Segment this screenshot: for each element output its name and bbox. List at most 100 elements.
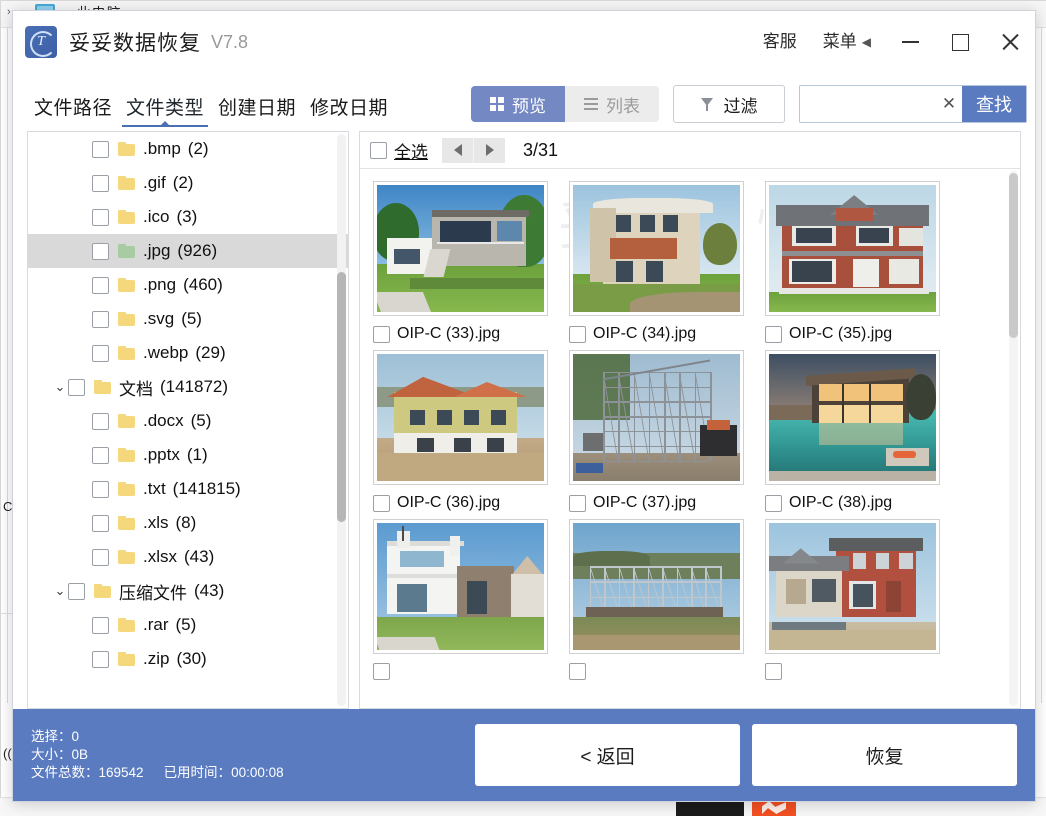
tree-item[interactable]: ⌄.webp(29) <box>28 336 348 370</box>
tree-item[interactable]: ⌄.txt(141815) <box>28 472 348 506</box>
thumbnail-image[interactable] <box>373 181 548 316</box>
tree-item-checkbox[interactable] <box>92 650 109 668</box>
chevron-down-icon[interactable]: ⌄ <box>52 583 68 599</box>
tree-item[interactable]: ⌄.png(460) <box>28 268 348 302</box>
tree-item-checkbox[interactable] <box>92 242 109 260</box>
search-input[interactable] <box>800 87 936 121</box>
maximize-button[interactable] <box>935 11 985 73</box>
file-checkbox[interactable] <box>765 325 782 343</box>
thumbnail-caption[interactable] <box>765 663 956 680</box>
thumbnail-caption[interactable] <box>373 663 564 680</box>
select-all-checkbox[interactable] <box>370 141 387 159</box>
filter-button[interactable]: 过滤 <box>673 85 785 123</box>
tree-item-count: (141815) <box>172 479 241 498</box>
tree-item[interactable]: ⌄.gif(2) <box>28 166 348 200</box>
thumbnail-image[interactable] <box>569 181 744 316</box>
tab-file-path[interactable]: 文件路径 <box>27 93 119 131</box>
thumbnail-caption[interactable] <box>569 663 760 680</box>
file-checkbox[interactable] <box>569 325 586 343</box>
thumbnail-caption[interactable]: OIP-C (36).jpg <box>373 494 564 512</box>
tree-item[interactable]: ⌄ 压缩文件 (43) <box>28 574 348 608</box>
thumbnail-cell[interactable]: OIP-C (38).jpg <box>760 350 956 512</box>
tree-scrollbar-thumb[interactable] <box>337 272 346 522</box>
preview-mode-button[interactable]: 预览 <box>471 86 565 122</box>
next-page-button[interactable] <box>474 137 505 163</box>
tree-item[interactable]: ⌄.rar(5) <box>28 608 348 642</box>
minimize-button[interactable] <box>885 11 935 73</box>
thumbnail-image[interactable] <box>569 519 744 654</box>
thumbnail-image[interactable] <box>373 519 548 654</box>
thumbnail-caption[interactable]: OIP-C (37).jpg <box>569 494 760 512</box>
clear-search-icon[interactable]: ✕ <box>936 87 962 121</box>
tree-item-checkbox[interactable] <box>92 514 109 532</box>
tab-modify-date[interactable]: 修改日期 <box>303 93 395 131</box>
file-checkbox[interactable] <box>569 663 586 680</box>
list-mode-button[interactable]: 列表 <box>565 86 659 122</box>
file-checkbox[interactable] <box>765 494 782 512</box>
tree-item[interactable]: ⌄.jpg(926) <box>28 234 348 268</box>
tree-item-checkbox[interactable] <box>92 446 109 464</box>
menu-button[interactable]: 菜单 <box>810 11 870 73</box>
tree-item[interactable]: ⌄.pptx(1) <box>28 438 348 472</box>
close-button[interactable] <box>985 11 1035 73</box>
tree-item-checkbox[interactable] <box>92 344 109 362</box>
tab-create-date[interactable]: 创建日期 <box>211 93 303 131</box>
find-button[interactable]: 查找 <box>962 86 1026 122</box>
thumbnail-image[interactable] <box>765 181 940 316</box>
tree-item-checkbox[interactable] <box>92 548 109 566</box>
thumbnail-cell[interactable] <box>368 519 564 680</box>
thumbnail-cell[interactable]: OIP-C (35).jpg <box>760 181 956 343</box>
tree-item[interactable]: ⌄.docx(5) <box>28 404 348 438</box>
thumbnail-caption[interactable]: OIP-C (34).jpg <box>569 325 760 343</box>
tree-item-checkbox[interactable] <box>68 582 85 600</box>
tree-item[interactable]: ⌄.bmp(2) <box>28 132 348 166</box>
thumbnail-caption[interactable]: OIP-C (38).jpg <box>765 494 956 512</box>
tab-file-type[interactable]: 文件类型 <box>119 93 211 131</box>
thumbnail-image[interactable] <box>373 350 548 485</box>
file-checkbox[interactable] <box>373 663 390 680</box>
customer-service-button[interactable]: 客服 <box>750 11 810 73</box>
tree-item[interactable]: ⌄.ico(3) <box>28 200 348 234</box>
tree-item-checkbox[interactable] <box>92 208 109 226</box>
tree-item-checkbox[interactable] <box>68 378 85 396</box>
recover-button[interactable]: 恢复 <box>752 724 1017 786</box>
file-checkbox[interactable] <box>765 663 782 680</box>
back-button[interactable]: < 返回 <box>475 724 740 786</box>
thumbnail-cell[interactable]: OIP-C (36).jpg <box>368 350 564 512</box>
thumbnail-image[interactable] <box>569 350 744 485</box>
file-checkbox[interactable] <box>569 494 586 512</box>
folder-icon <box>118 346 135 360</box>
file-checkbox[interactable] <box>373 325 390 343</box>
tree-item-checkbox[interactable] <box>92 174 109 192</box>
chevron-down-icon[interactable]: ⌄ <box>52 379 68 395</box>
thumbnail-cell[interactable]: OIP-C (33).jpg <box>368 181 564 343</box>
thumbnail-cell[interactable]: OIP-C (37).jpg <box>564 350 760 512</box>
thumbnail-cell[interactable] <box>564 519 760 680</box>
tree-item-checkbox[interactable] <box>92 480 109 498</box>
prev-page-button[interactable] <box>442 137 474 163</box>
tree-item-checkbox[interactable] <box>92 616 109 634</box>
thumbnail-cell[interactable]: OIP-C (34).jpg <box>564 181 760 343</box>
thumbnail-caption[interactable]: OIP-C (33).jpg <box>373 325 564 343</box>
tree-item[interactable]: ⌄ 文档 (141872) <box>28 370 348 404</box>
preview-scrollbar-thumb[interactable] <box>1009 173 1018 338</box>
select-all-control[interactable]: 全选 <box>370 138 428 163</box>
tree-item-checkbox[interactable] <box>92 140 109 158</box>
thumbnail-cell[interactable] <box>760 519 956 680</box>
tree-item-checkbox[interactable] <box>92 276 109 294</box>
file-type-tree[interactable]: ⌄.bmp(2)⌄.gif(2)⌄.ico(3)⌄.jpg(926)⌄.png(… <box>27 131 349 709</box>
thumbnail-caption[interactable]: OIP-C (35).jpg <box>765 325 956 343</box>
folder-icon <box>118 278 135 292</box>
tree-item[interactable]: ⌄.xlsx(43) <box>28 540 348 574</box>
tree-item-checkbox[interactable] <box>92 310 109 328</box>
file-name: OIP-C (35).jpg <box>789 325 893 342</box>
tree-item[interactable]: ⌄.svg(5) <box>28 302 348 336</box>
menu-caret-icon[interactable]: ◀ <box>862 11 885 73</box>
file-checkbox[interactable] <box>373 494 390 512</box>
thumbnail-image[interactable] <box>765 519 940 654</box>
search-box[interactable]: ✕ 查找 <box>799 85 1027 123</box>
tree-item-checkbox[interactable] <box>92 412 109 430</box>
thumbnail-image[interactable] <box>765 350 940 485</box>
tree-item[interactable]: ⌄.zip(30) <box>28 642 348 676</box>
tree-item[interactable]: ⌄.xls(8) <box>28 506 348 540</box>
